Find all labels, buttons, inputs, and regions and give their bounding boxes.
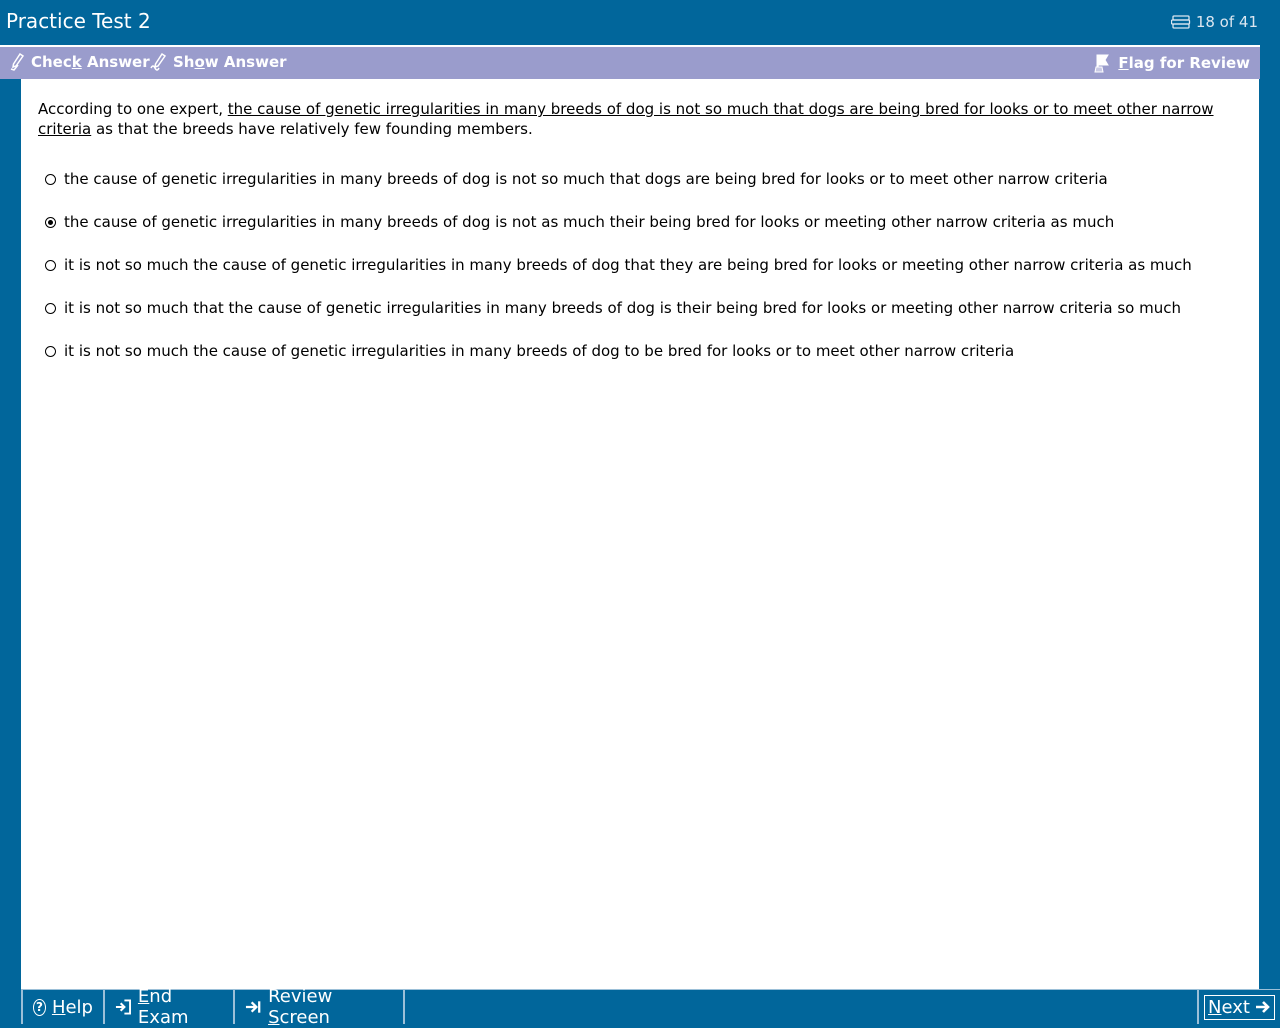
answer-option-a[interactable]: the cause of genetic irregularities in m… [45, 157, 1192, 200]
answer-option-d[interactable]: it is not so much that the cause of gene… [45, 286, 1192, 329]
arrow-right-icon [1255, 1001, 1270, 1013]
answer-option-text: it is not so much the cause of genetic i… [64, 341, 1015, 360]
counter-text: 18 of 41 [1195, 13, 1258, 31]
end-exam-button[interactable]: End Exam [105, 986, 235, 1028]
tickets-icon [1170, 15, 1190, 29]
arrow-bar-icon [245, 1001, 261, 1013]
flag-for-review-button[interactable]: Flag for Review [1093, 53, 1250, 73]
radio-button-c[interactable] [45, 260, 56, 271]
next-label: Next [1208, 996, 1250, 1018]
answer-option-text: it is not so much the cause of genetic i… [64, 255, 1192, 274]
next-button-inner[interactable]: Next [1204, 994, 1275, 1020]
next-button[interactable]: Next [1197, 990, 1280, 1024]
stem-after: as that the breeds have relatively few f… [91, 120, 533, 138]
end-exam-label: End Exam [137, 986, 189, 1028]
answer-option-text: it is not so much that the cause of gene… [64, 298, 1181, 317]
answer-option-b[interactable]: the cause of genetic irregularities in m… [45, 200, 1192, 243]
bottom-bar: ? Help End Exam Review Screen Next [21, 986, 1280, 1028]
toolbar: Check Answer Show Answer Flag for Review [0, 45, 1260, 79]
show-answer-button[interactable]: Show Answer [150, 53, 287, 71]
exit-arrow-icon [115, 999, 131, 1015]
help-button[interactable]: ? Help [21, 990, 105, 1024]
flag-hand-icon [1094, 54, 1110, 73]
question-counter: 18 of 41 [1170, 13, 1258, 31]
review-screen-button[interactable]: Review Screen [235, 986, 405, 1028]
question-panel: According to one expert, the cause of ge… [21, 79, 1259, 989]
radio-button-a[interactable] [45, 174, 56, 185]
check-answer-label: Check Answer [31, 53, 150, 71]
stem-before: According to one expert, [38, 100, 228, 118]
answer-option-c[interactable]: it is not so much the cause of genetic i… [45, 243, 1192, 286]
review-screen-label: Review Screen [268, 986, 333, 1028]
check-answer-button[interactable]: Check Answer [10, 53, 150, 71]
answer-options: the cause of genetic irregularities in m… [45, 157, 1192, 372]
window-title: Practice Test 2 [6, 9, 151, 33]
check-pencil-icon [10, 53, 25, 71]
show-answer-label: Show Answer [173, 53, 287, 71]
question-stem: According to one expert, the cause of ge… [38, 99, 1238, 139]
help-label: Help [51, 996, 93, 1018]
radio-button-d[interactable] [45, 303, 56, 314]
flag-for-review-label: Flag for Review [1118, 54, 1250, 72]
title-bar: Practice Test 2 18 of 41 [0, 0, 1280, 45]
answer-option-text: the cause of genetic irregularities in m… [64, 169, 1108, 188]
radio-button-e[interactable] [45, 346, 56, 357]
answer-option-text: the cause of genetic irregularities in m… [64, 212, 1115, 231]
radio-button-b[interactable] [45, 217, 56, 228]
answer-option-e[interactable]: it is not so much the cause of genetic i… [45, 329, 1192, 372]
question-circle-icon: ? [33, 998, 46, 1016]
show-pencil-icon [150, 53, 167, 71]
